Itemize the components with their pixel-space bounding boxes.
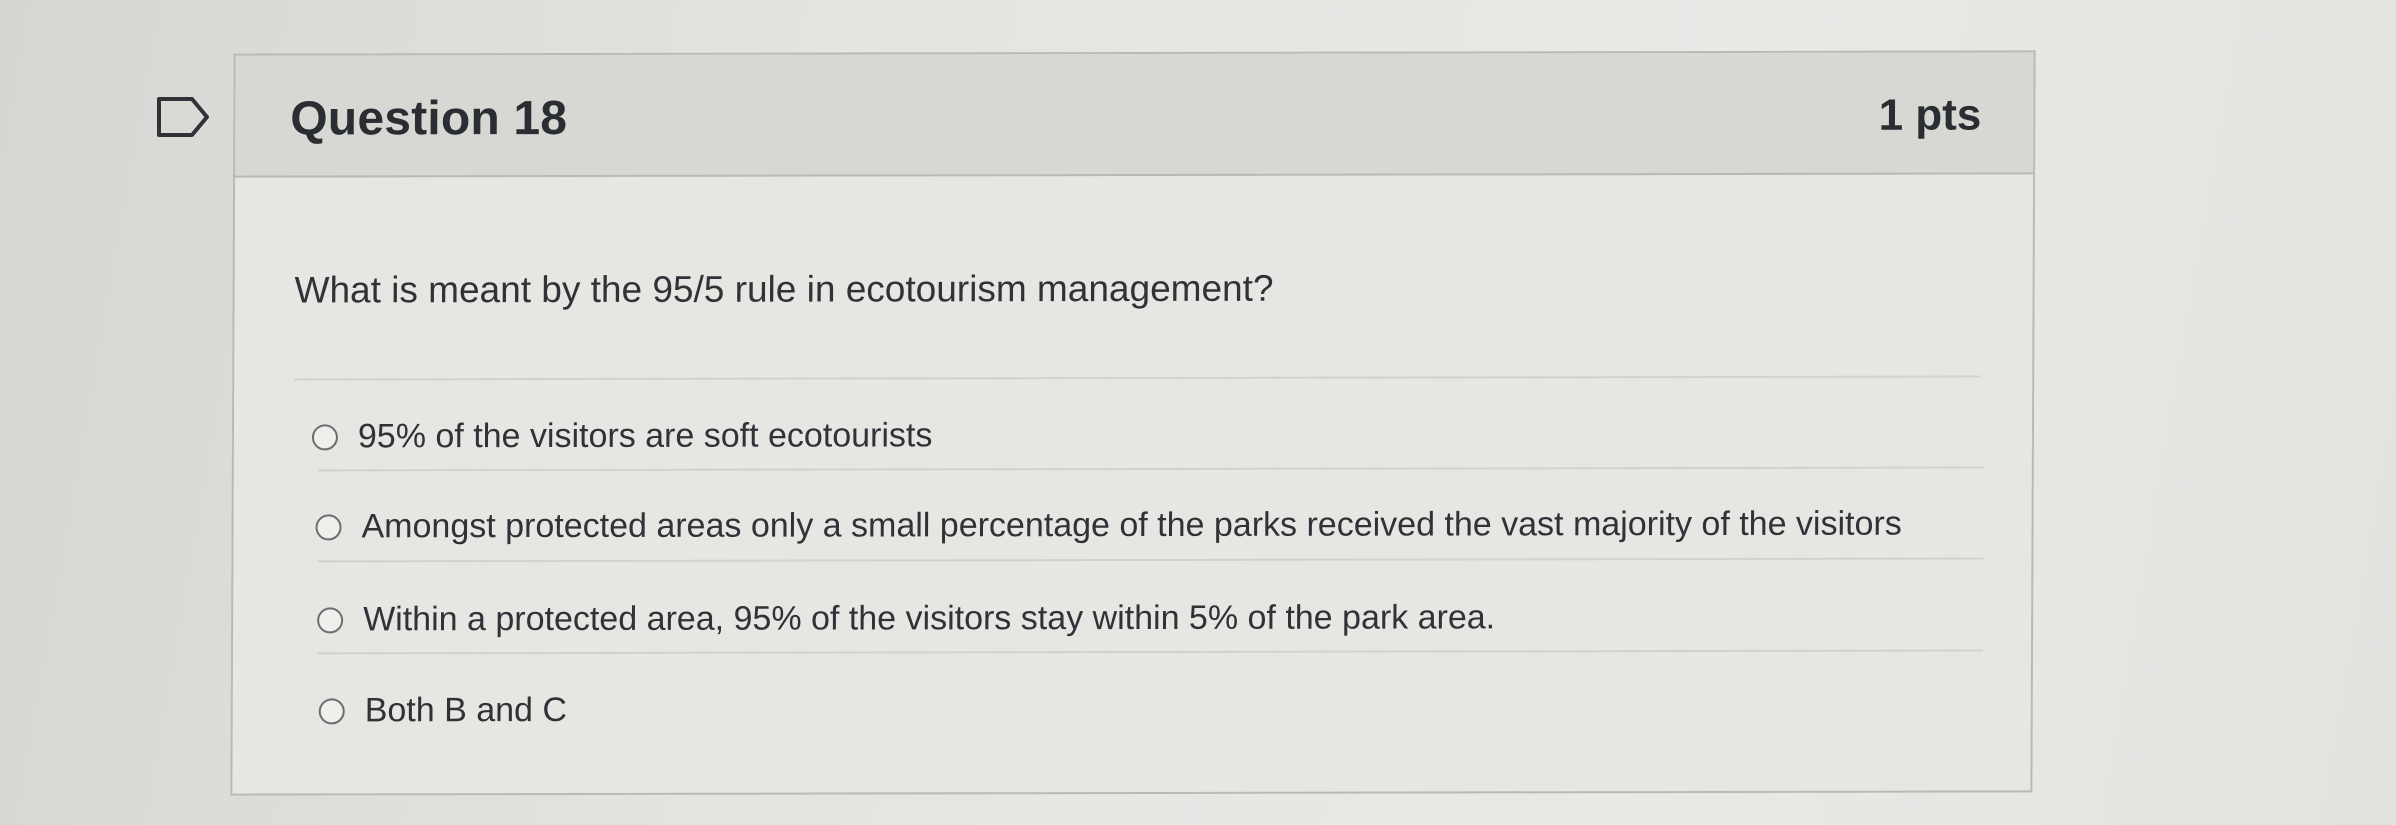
radio-button-icon[interactable]: [317, 606, 344, 633]
answer-label: Within a protected area, 95% of the visi…: [363, 598, 1496, 639]
answer-option-a[interactable]: 95% of the visitors are soft ecotourists: [311, 416, 933, 456]
flag-question-icon[interactable]: [155, 95, 213, 139]
question-text: What is meant by the 95/5 rule in ecotou…: [294, 267, 1274, 311]
answer-divider: [316, 649, 1984, 655]
answer-divider: [317, 557, 1984, 563]
radio-button-icon[interactable]: [318, 697, 345, 724]
answer-label: Both B and C: [364, 690, 568, 730]
answer-label: 95% of the visitors are soft ecotourists: [357, 416, 933, 456]
answer-label: Amongst protected areas only a small per…: [361, 504, 1902, 546]
answer-option-d[interactable]: Both B and C: [318, 690, 568, 730]
question-points: 1 pts: [1878, 90, 1982, 140]
question-divider: [294, 375, 1981, 381]
radio-button-icon[interactable]: [311, 423, 338, 450]
question-header: Question 18 1 pts: [235, 52, 2034, 178]
answer-divider: [317, 466, 1984, 472]
answer-option-c[interactable]: Within a protected area, 95% of the visi…: [317, 598, 1495, 639]
answer-option-b[interactable]: Amongst protected areas only a small per…: [315, 504, 1902, 547]
question-title: Question 18: [290, 91, 568, 146]
radio-button-icon[interactable]: [315, 513, 342, 540]
question-card: Question 18 1 pts What is meant by the 9…: [230, 50, 2036, 796]
